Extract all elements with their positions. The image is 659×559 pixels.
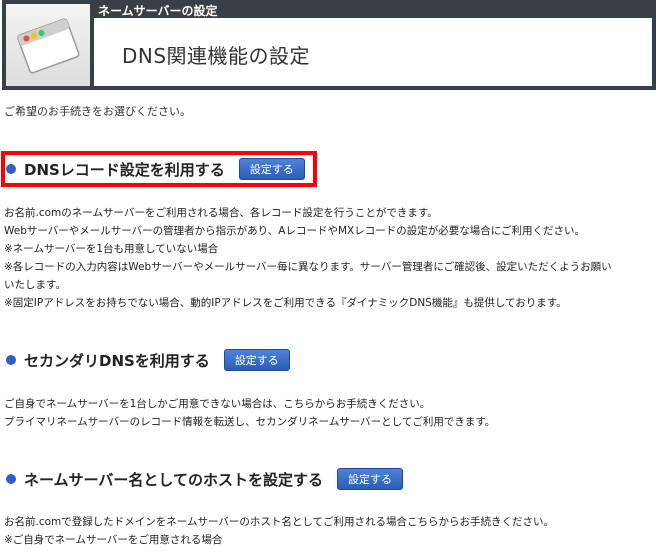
section-description: ご自身でネームサーバーを1台しかご用意できない場合は、こちらからお手続きください…	[4, 395, 654, 431]
section-nameserver-host: ネームサーバー名としてのホストを設定する 設定する	[4, 467, 403, 491]
section-dns-record: DNSレコード設定を利用する 設定する	[4, 157, 305, 181]
header-subtitle: ネームサーバーの設定	[98, 4, 218, 18]
nameserver-host-settings-button[interactable]: 設定する	[336, 468, 403, 490]
header-title-panel: DNS関連機能の設定	[94, 18, 652, 86]
description-line: プライマリネームサーバーのレコード情報を転送し、セカンダリネームサーバーとしてご…	[4, 416, 496, 428]
description-line: いたします。	[4, 279, 66, 291]
description-line: ※各レコードの入力内容はWebサーバーやメールサーバー毎に異なります。サーバー管…	[4, 261, 612, 273]
description-line: ※固定IPアドレスをお持ちでない場合、動的IPアドレスをご利用できる『ダイナミッ…	[4, 297, 567, 309]
intro-text: ご希望のお手続きをお選びください。	[4, 105, 191, 118]
description-line: ※ネームサーバーを1台も用意していない場合	[4, 243, 219, 255]
section-heading: セカンダリDNSを利用する	[24, 351, 210, 370]
section-heading: DNSレコード設定を利用する	[24, 160, 225, 179]
bullet-icon	[6, 355, 16, 365]
page-title: DNS関連機能の設定	[122, 44, 311, 68]
description-line: Webサーバーやメールサーバーの管理者から指示があり、AレコードやMXレコードの…	[4, 225, 585, 237]
description-line: ご自身でネームサーバーを1台しかご用意できない場合は、こちらからお手続きください…	[4, 398, 431, 410]
description-line: ※ご自身でネームサーバーをご用意される場合	[4, 534, 223, 546]
section-description: お名前.comのネームサーバーをご利用される場合、各レコード設定を行うことができ…	[4, 204, 654, 312]
bullet-icon	[6, 164, 16, 174]
section-secondary-dns: セカンダリDNSを利用する 設定する	[4, 348, 290, 372]
secondary-dns-settings-button[interactable]: 設定する	[223, 349, 290, 371]
window-icon	[17, 18, 80, 74]
dns-record-settings-button[interactable]: 設定する	[238, 158, 305, 180]
description-line: お名前.comで登録したドメインをネームサーバーのホスト名としてご利用される場合…	[4, 516, 555, 528]
bullet-icon	[6, 474, 16, 484]
section-heading: ネームサーバー名としてのホストを設定する	[24, 470, 323, 489]
header-icon-box	[6, 4, 90, 86]
description-line: お名前.comのネームサーバーをご利用される場合、各レコード設定を行うことができ…	[4, 207, 438, 219]
section-description: お名前.comで登録したドメインをネームサーバーのホスト名としてご利用される場合…	[4, 513, 654, 549]
page-header: ネームサーバーの設定 DNS関連機能の設定	[2, 0, 656, 90]
